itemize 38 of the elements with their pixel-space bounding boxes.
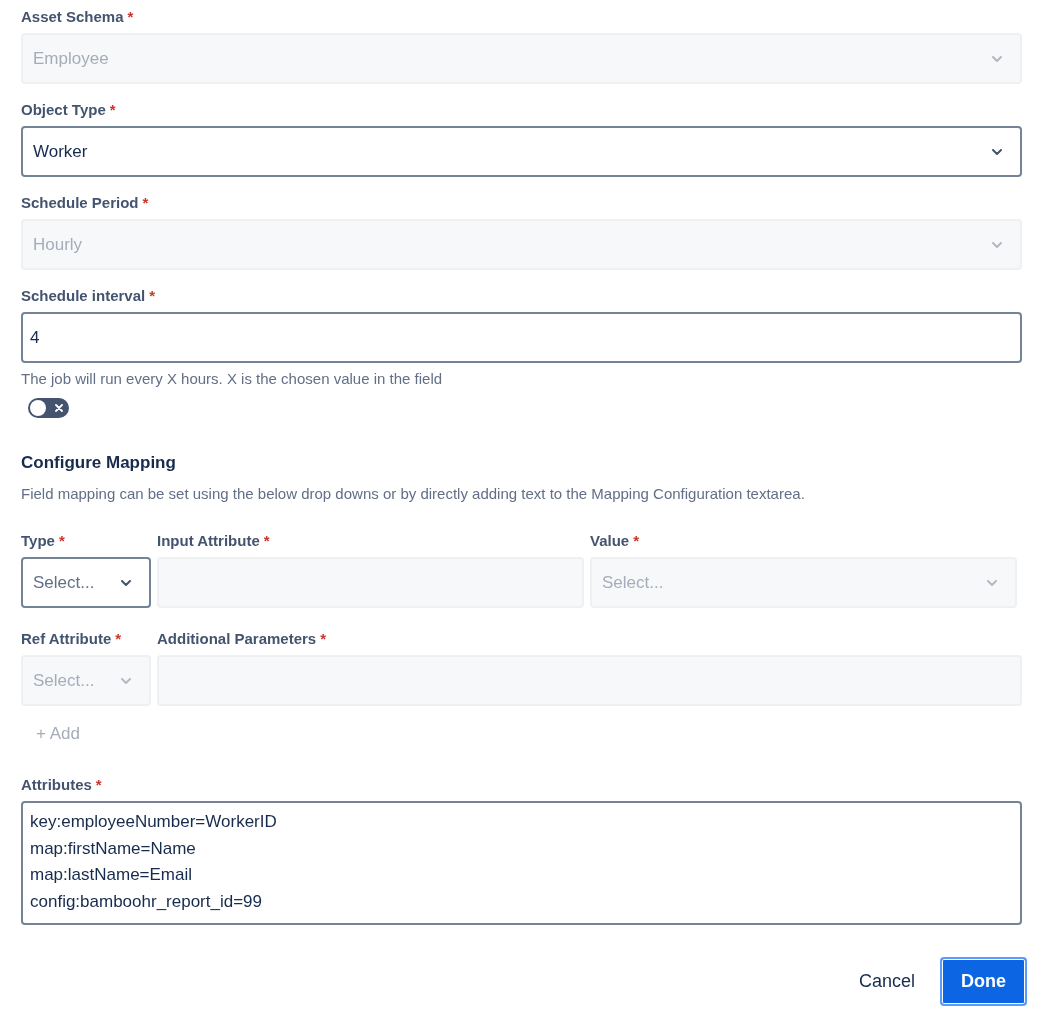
- field-label: Additional Parameters: [157, 629, 317, 647]
- required-mark: *: [95, 775, 102, 793]
- chevron-down-icon: [987, 579, 997, 586]
- attributes-textarea[interactable]: key:employeeNumber=WorkerID map:firstName=Name map:lastName=Email config:bamboohr_report_id=99: [21, 801, 1022, 925]
- chevron-down-icon: [992, 148, 1002, 155]
- chevron-down-icon: [992, 241, 1002, 248]
- field-label: Asset Schema: [21, 7, 124, 25]
- input-field[interactable]: 4: [21, 312, 1022, 363]
- x-icon: [55, 404, 63, 412]
- field-label: Schedule interval: [21, 286, 146, 304]
- toggle-knob: [30, 400, 46, 416]
- required-mark: *: [109, 100, 116, 118]
- required-mark: *: [142, 193, 149, 211]
- done-button[interactable]: Done: [940, 956, 1027, 1006]
- field-label: Ref Attribute: [21, 629, 112, 647]
- required-mark: *: [263, 531, 270, 549]
- required-mark: *: [149, 286, 156, 304]
- required-mark: *: [633, 531, 640, 549]
- chevron-down-icon: [121, 677, 131, 684]
- cancel-button[interactable]: Cancel: [844, 961, 929, 1002]
- field-label: Schedule Period: [21, 193, 139, 211]
- toggle-switch[interactable]: [28, 398, 69, 418]
- section-heading: Configure Mapping: [21, 452, 177, 474]
- required-mark: *: [58, 531, 65, 549]
- section-description: Field mapping can be set using the below drop downs or by directly adding text to the Mapping Configuration textarea.: [21, 484, 806, 504]
- required-mark: *: [320, 629, 327, 647]
- required-mark: *: [127, 7, 134, 25]
- select-field[interactable]: Select...: [21, 557, 151, 608]
- required-mark: *: [115, 629, 122, 647]
- field-label: Attributes: [21, 775, 92, 793]
- chevron-down-icon: [121, 579, 131, 586]
- chevron-down-icon: [992, 55, 1002, 62]
- field-label: Value: [590, 531, 630, 549]
- help-text: The job will run every X hours. X is the chosen value in the field: [21, 369, 444, 389]
- field-label: Object Type: [21, 100, 106, 118]
- field-label: Input Attribute: [157, 531, 260, 549]
- field-label: Type: [21, 531, 55, 549]
- select-field[interactable]: Worker: [21, 126, 1022, 177]
